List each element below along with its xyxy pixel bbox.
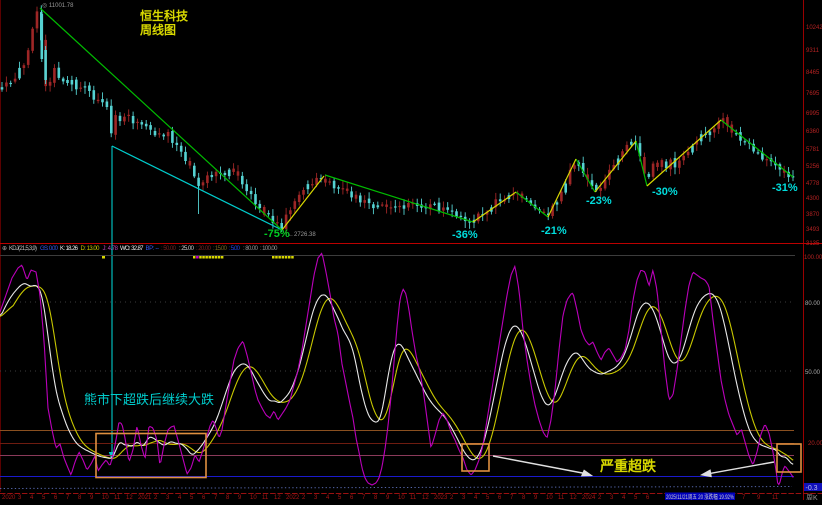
svg-text:严重超跌: 严重超跌 [599,458,657,474]
svg-text:-23%: -23% [586,195,612,207]
svg-text:: 50.00: : 50.00 [161,246,177,252]
svg-text:恒生科技: 恒生科技 [140,8,189,23]
svg-text:J: 4.78: J: 4.78 [103,246,119,252]
svg-text:11: 11 [558,495,565,500]
svg-text:10: 10 [250,495,257,500]
svg-text:: 15.00: : 15.00 [213,246,228,252]
svg-text:2020: 2020 [2,495,16,500]
svg-text:8465: 8465 [806,70,820,76]
svg-text:5256: 5256 [806,164,820,170]
svg-text:BP: --: BP: -- [146,246,160,252]
svg-text:-31%: -31% [772,182,798,194]
svg-text:3870: 3870 [806,212,820,218]
svg-text:11: 11 [114,495,121,500]
svg-text:2021: 2021 [138,495,152,500]
svg-text:3493: 3493 [806,227,820,233]
svg-text:⊕: ⊕ [2,246,7,252]
svg-text:12: 12 [422,495,429,500]
svg-text:周线图: 周线图 [140,22,176,37]
svg-text:KDJ(21,5,3,9): KDJ(21,5,3,9) [9,246,37,252]
svg-text:D: 13.00: D: 13.00 [81,246,101,252]
svg-text:9311: 9311 [806,48,820,54]
svg-text:4300: 4300 [806,196,820,202]
svg-text:WO: 32.87: WO: 32.87 [120,246,144,252]
svg-text:-30%: -30% [652,186,678,198]
svg-text:50.00: 50.00 [805,370,821,376]
svg-text:K: 18.26: K: 18.26 [60,246,79,252]
svg-text:10: 10 [102,495,109,500]
svg-text:2023: 2023 [434,495,448,500]
svg-text:2024: 2024 [582,495,596,500]
svg-text:100.00: 100.00 [804,255,822,261]
svg-text:熊市下超跌后继续大跌: 熊市下超跌后继续大跌 [84,392,214,407]
svg-text:2025/11/21周五 20 涨跌幅 19.92%: 2025/11/21周五 20 涨跌幅 19.92% [666,493,734,500]
svg-text:11: 11 [410,495,417,500]
svg-text:周K: 周K [806,494,818,500]
svg-text:←2726.38: ←2726.38 [288,232,316,238]
svg-text:4778: 4778 [806,181,820,187]
svg-text:2022: 2022 [286,495,300,500]
svg-text:10: 10 [398,495,405,500]
svg-text:: 20.00: : 20.00 [196,246,212,252]
svg-text:: 80.00: : 80.00 [243,246,259,252]
svg-text:12: 12 [126,495,133,500]
svg-text:12: 12 [274,495,281,500]
svg-text:11: 11 [772,495,779,500]
svg-text:12: 12 [570,495,577,500]
svg-text:11: 11 [262,495,269,500]
svg-text:-75%: -75% [264,228,290,240]
svg-text:-36%: -36% [452,229,478,241]
svg-text:-21%: -21% [541,225,567,237]
svg-text:: 25.00: : 25.00 [179,246,195,252]
svg-text:20.00: 20.00 [808,441,822,447]
svg-text:6360: 6360 [806,129,820,135]
svg-text:5781: 5781 [806,147,820,153]
svg-text:GS: 0.00: GS: 0.00 [40,246,59,252]
svg-text:10242: 10242 [806,25,822,31]
svg-text:3135: 3135 [806,241,820,247]
svg-text:80.00: 80.00 [805,301,821,307]
svg-text:10: 10 [546,495,553,500]
svg-text:: 5.00: : 5.00 [229,246,241,252]
svg-text:◎ 11001.78: ◎ 11001.78 [42,3,74,9]
svg-text:7695: 7695 [806,91,820,97]
svg-text:6995: 6995 [806,111,820,117]
svg-text:: 100.00: : 100.00 [260,246,278,252]
